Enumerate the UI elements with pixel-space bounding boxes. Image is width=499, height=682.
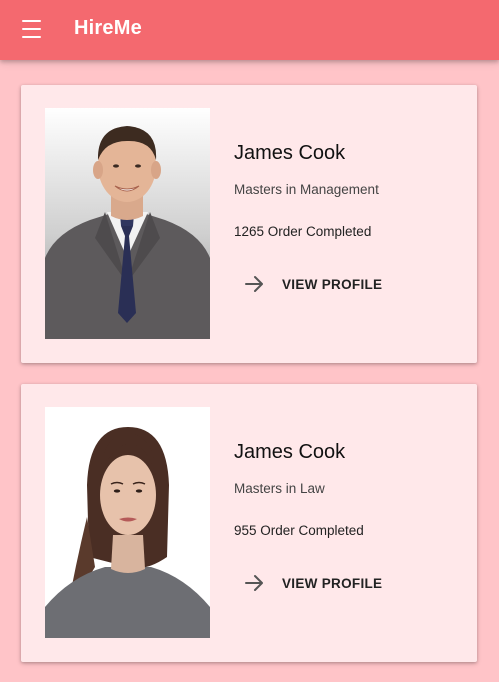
profile-name: James Cook xyxy=(234,441,346,463)
profile-photo xyxy=(45,108,210,339)
view-profile-label: VIEW PROFILE xyxy=(282,276,383,292)
view-profile-button[interactable]: VIEW PROFILE xyxy=(234,266,384,302)
profile-degree: Masters in Law xyxy=(234,481,325,496)
view-profile-button[interactable]: VIEW PROFILE xyxy=(234,565,384,601)
profile-card: James Cook Masters in Management 1265 Or… xyxy=(21,85,477,363)
profile-orders: 1265 Order Completed xyxy=(234,224,372,239)
profile-card: James Cook Masters in Law 955 Order Comp… xyxy=(21,384,477,662)
app-title: HireMe xyxy=(74,17,142,39)
view-profile-label: VIEW PROFILE xyxy=(282,575,383,591)
profile-photo xyxy=(45,407,210,638)
app-bar: HireMe xyxy=(0,0,499,60)
arrow-right-icon xyxy=(245,575,263,591)
profile-orders: 955 Order Completed xyxy=(234,523,364,538)
profile-degree: Masters in Management xyxy=(234,182,379,197)
arrow-right-icon xyxy=(245,276,263,292)
hamburger-menu-icon[interactable] xyxy=(22,20,42,38)
profile-name: James Cook xyxy=(234,142,346,164)
